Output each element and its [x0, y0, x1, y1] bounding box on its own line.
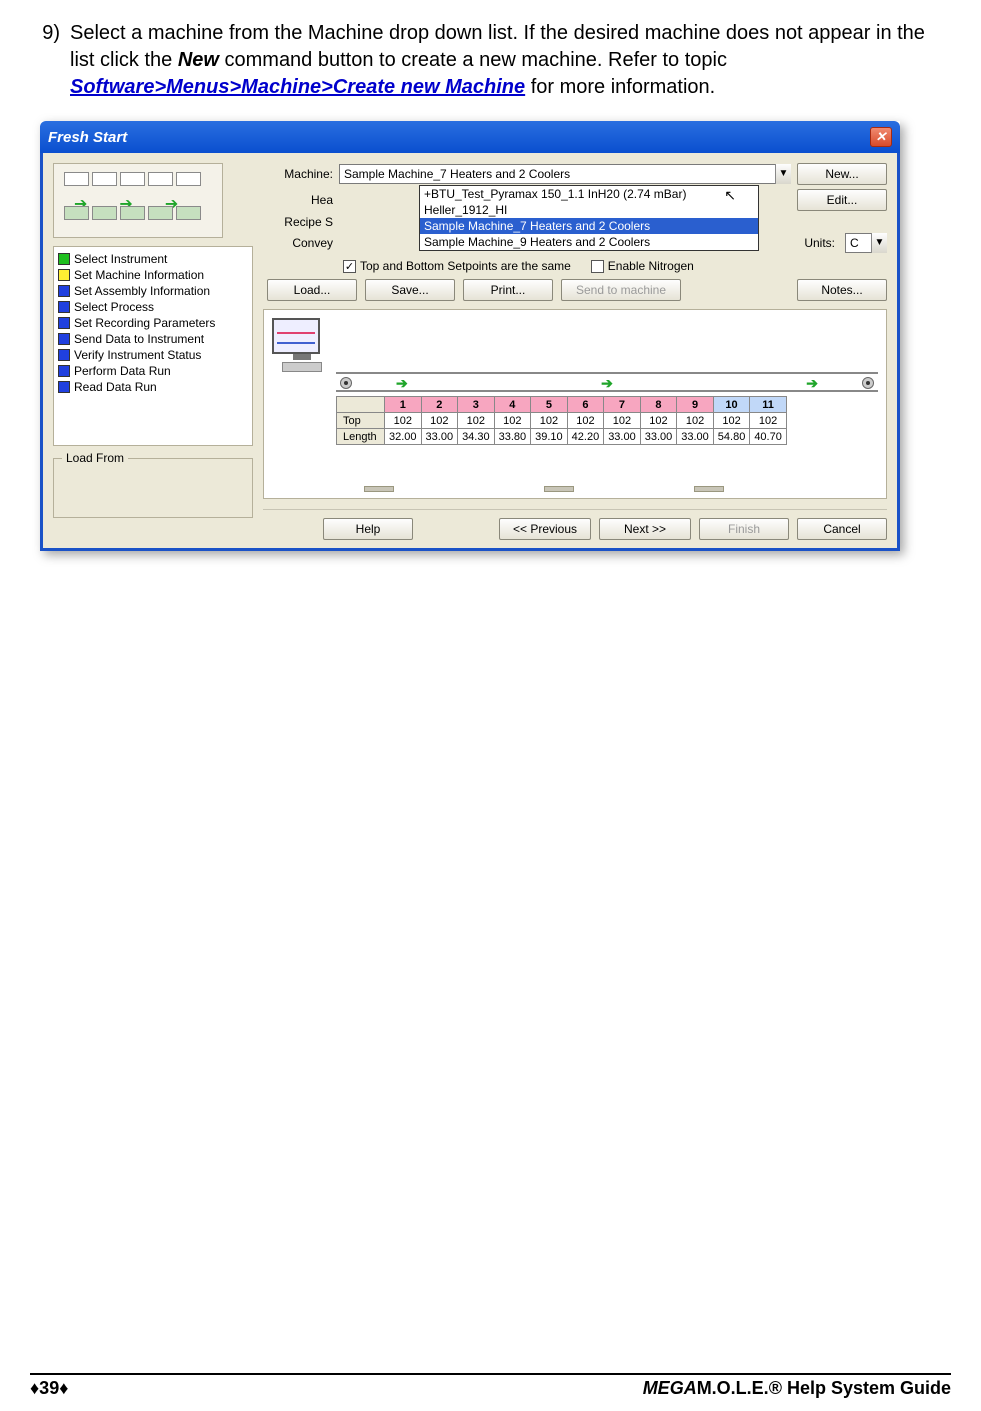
wizard-step[interactable]: Select Process: [58, 299, 248, 315]
units-label: Units:: [804, 236, 835, 250]
print-button[interactable]: Print...: [463, 279, 553, 301]
next-button[interactable]: Next >>: [599, 518, 691, 540]
wizard-step[interactable]: Select Instrument: [58, 251, 248, 267]
instruction-item: 9) Select a machine from the Machine dro…: [30, 20, 951, 101]
dialog-window: Fresh Start ✕ ➔➔➔ Select InstrumentSet M…: [40, 121, 900, 551]
radio-left[interactable]: [340, 377, 352, 389]
zone-panel: ➔➔➔ 1234567891011Top10210210210210210210…: [263, 309, 887, 499]
footer-title: MEGAM.O.L.E.® Help System Guide: [643, 1378, 951, 1399]
save-button[interactable]: Save...: [365, 279, 455, 301]
enable-nitrogen-checkbox[interactable]: Enable Nitrogen: [591, 259, 694, 273]
machine-label: Machine:: [263, 167, 333, 181]
wizard-step[interactable]: Verify Instrument Status: [58, 347, 248, 363]
dropdown-option[interactable]: Sample Machine_9 Heaters and 2 Coolers: [420, 234, 758, 250]
machine-combo[interactable]: Sample Machine_7 Heaters and 2 Coolers ▼…: [339, 164, 791, 184]
chevron-down-icon[interactable]: ▼: [775, 164, 791, 184]
new-button[interactable]: New...: [797, 163, 887, 185]
monitor-icon: [272, 318, 332, 373]
wizard-step[interactable]: Set Assembly Information: [58, 283, 248, 299]
conveyor-strip: ➔➔➔: [336, 372, 878, 392]
title-bar: Fresh Start ✕: [40, 121, 900, 153]
help-button[interactable]: Help: [323, 518, 413, 540]
window-title: Fresh Start: [48, 129, 127, 146]
units-combo[interactable]: C ▼: [845, 233, 887, 253]
same-setpoints-checkbox[interactable]: ✓Top and Bottom Setpoints are the same: [343, 259, 571, 273]
close-button[interactable]: ✕: [870, 127, 892, 147]
load-button[interactable]: Load...: [267, 279, 357, 301]
wizard-buttons: Help << Previous Next >> Finish Cancel: [263, 509, 887, 540]
chevron-down-icon[interactable]: ▼: [871, 233, 887, 253]
wizard-step[interactable]: Send Data to Instrument: [58, 331, 248, 347]
wizard-step[interactable]: Read Data Run: [58, 379, 248, 395]
wizard-steps-list: Select InstrumentSet Machine Information…: [53, 246, 253, 446]
dropdown-option[interactable]: +BTU_Test_Pyramax 150_1.1 InH20 (2.74 mB…: [420, 186, 758, 202]
zone-table: 1234567891011Top102102102102102102102102…: [336, 396, 787, 445]
send-to-machine-button: Send to machine: [561, 279, 681, 301]
notes-button[interactable]: Notes...: [797, 279, 887, 301]
page-number: ♦39♦: [30, 1378, 68, 1399]
instruction-text: Select a machine from the Machine drop d…: [70, 20, 951, 101]
topic-link[interactable]: Software>Menus>Machine>Create new Machin…: [70, 76, 525, 98]
page-footer: ♦39♦ MEGAM.O.L.E.® Help System Guide: [30, 1373, 951, 1399]
dropdown-option[interactable]: Heller_1912_HI: [420, 202, 758, 218]
scroll-stub[interactable]: [544, 486, 574, 492]
wizard-step[interactable]: Set Machine Information: [58, 267, 248, 283]
previous-button[interactable]: << Previous: [499, 518, 591, 540]
radio-right[interactable]: [862, 377, 874, 389]
finish-button: Finish: [699, 518, 789, 540]
dropdown-option[interactable]: Sample Machine_7 Heaters and 2 Coolers↖: [420, 218, 758, 234]
machine-dropdown-list[interactable]: +BTU_Test_Pyramax 150_1.1 InH20 (2.74 mB…: [419, 185, 759, 251]
wizard-step[interactable]: Set Recording Parameters: [58, 315, 248, 331]
scroll-stub[interactable]: [694, 486, 724, 492]
scroll-stub[interactable]: [364, 486, 394, 492]
edit-button[interactable]: Edit...: [797, 189, 887, 211]
wizard-step[interactable]: Perform Data Run: [58, 363, 248, 379]
machine-illustration: ➔➔➔: [53, 163, 223, 238]
load-from-group: Load From: [53, 458, 253, 518]
cancel-button[interactable]: Cancel: [797, 518, 887, 540]
instruction-number: 9): [30, 20, 70, 101]
